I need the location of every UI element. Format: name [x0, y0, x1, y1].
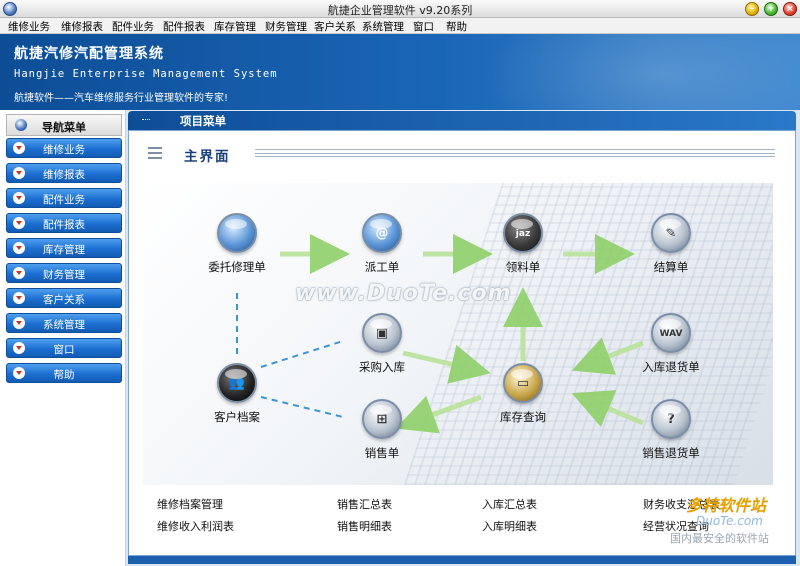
node-inventory-query[interactable]: ▭ 库存查询	[477, 363, 569, 425]
section-header: 主界面	[139, 143, 787, 165]
menu-inventory[interactable]: 库存管理	[214, 19, 256, 34]
sidebar-item-label: 窗口	[53, 344, 75, 356]
menu-finance[interactable]: 财务管理	[265, 19, 307, 34]
sidebar-item-label: 维修业务	[43, 144, 85, 156]
watermark-slogan: 国内最安全的软件站	[670, 532, 769, 545]
users-icon: 👥	[217, 363, 257, 403]
link-repair-archive[interactable]: 维修档案管理	[157, 496, 223, 512]
sidebar-item-label: 客户关系	[43, 294, 85, 306]
sidebar-item-label: 系统管理	[43, 319, 85, 331]
close-icon: ×	[786, 4, 794, 14]
menu-repair-business[interactable]: 维修业务	[8, 19, 50, 34]
ruler-icon: ▭	[503, 363, 543, 403]
close-button[interactable]: ×	[783, 2, 797, 16]
link-sales-summary[interactable]: 销售汇总表	[337, 496, 392, 512]
sidebar-item-label: 维修报表	[43, 169, 85, 181]
menu-parts-reports[interactable]: 配件报表	[163, 19, 205, 34]
corner-watermark: 多特软件站 DuoTe.com 国内最安全的软件站	[666, 480, 800, 566]
node-label: 销售退货单	[642, 446, 700, 460]
sidebar-item-help[interactable]: 帮助	[6, 363, 122, 383]
floppy-disk-icon: ▣	[362, 313, 402, 353]
panel-title: 项目菜单	[180, 114, 226, 128]
node-label: 销售单	[364, 446, 400, 460]
sidebar-item-customer[interactable]: 客户关系	[6, 288, 122, 308]
node-label: 委托修理单	[208, 260, 266, 274]
node-purchase-inbound[interactable]: ▣ 采购入库	[336, 313, 428, 375]
menu-lines-icon	[148, 147, 162, 159]
maximize-button[interactable]: +	[764, 2, 778, 16]
app-title: 航捷汽修汽配管理系统	[14, 46, 164, 62]
notepad-pen-icon: ✎	[651, 213, 691, 253]
link-repair-profit[interactable]: 维修收入利润表	[157, 518, 234, 534]
panel-header: 项目菜单	[128, 111, 796, 130]
app-tagline: 航捷软件——汽车维修服务行业管理软件的专家!	[14, 93, 229, 104]
sidebar-item-label: 库存管理	[43, 244, 85, 256]
workflow-diagram: www.DuoTe.com 委托修理单 @ 派工单 jaz 领料单 ✎ 结算单 …	[143, 183, 773, 485]
menu-window[interactable]: 窗口	[413, 19, 434, 34]
sidebar-item-repair-reports[interactable]: 维修报表	[6, 163, 122, 183]
sidebar-item-label: 财务管理	[43, 269, 85, 281]
sidebar-item-label: 帮助	[53, 369, 75, 381]
node-label: 客户档案	[214, 410, 260, 424]
sidebar-title: 导航菜单	[42, 121, 86, 134]
node-dispatch-order[interactable]: @ 派工单	[336, 213, 428, 275]
header-glow	[480, 34, 800, 110]
menu-parts-business[interactable]: 配件业务	[112, 19, 154, 34]
link-sales-detail[interactable]: 销售明细表	[337, 518, 392, 534]
watermark-site: DuoTe.com	[696, 514, 763, 528]
node-settlement-order[interactable]: ✎ 结算单	[625, 213, 717, 275]
node-label: 派工单	[364, 260, 400, 274]
sidebar-item-inventory[interactable]: 库存管理	[6, 238, 122, 258]
maximize-icon: +	[767, 4, 775, 14]
menu-system[interactable]: 系统管理	[362, 19, 404, 34]
node-entrust-repair-order[interactable]: 委托修理单	[191, 213, 283, 275]
sidebar: 导航菜单 维修业务 维修报表 配件业务 配件报表 库存管理 财务管理 客户关系 …	[0, 110, 126, 566]
window-title: 航捷企业管理软件 v9.20系列	[327, 4, 473, 17]
node-label: 入库退货单	[642, 360, 700, 374]
sidebar-header: 导航菜单	[6, 114, 122, 136]
sidebar-item-label: 配件报表	[43, 219, 85, 231]
minimize-button[interactable]: –	[745, 2, 759, 16]
sidebar-item-finance[interactable]: 财务管理	[6, 263, 122, 283]
link-inbound-detail[interactable]: 入库明细表	[482, 518, 537, 534]
menu-bar: 维修业务 维修报表 配件业务 配件报表 库存管理 财务管理 客户关系 系统管理 …	[0, 18, 800, 34]
app-header: 航捷汽修汽配管理系统 Hangjie Enterprise Management…	[0, 34, 800, 110]
link-inbound-summary[interactable]: 入库汇总表	[482, 496, 537, 512]
jaz-drive-icon: jaz	[503, 213, 543, 253]
node-sales-return[interactable]: ? 销售退货单	[625, 399, 717, 461]
sidebar-item-window[interactable]: 窗口	[6, 338, 122, 358]
panel-header-decoration	[142, 119, 150, 123]
node-material-order[interactable]: jaz 领料单	[477, 213, 569, 275]
node-customer-records[interactable]: 👥 客户档案	[191, 363, 283, 425]
title-bar: 航捷企业管理软件 v9.20系列 – + ×	[0, 0, 800, 18]
menu-help[interactable]: 帮助	[446, 19, 467, 34]
at-sign-icon: @	[362, 213, 402, 253]
node-label: 库存查询	[500, 410, 546, 424]
sidebar-item-label: 配件业务	[43, 194, 85, 206]
node-label: 领料单	[505, 260, 541, 274]
section-divider	[255, 149, 775, 157]
menu-customer[interactable]: 客户关系	[314, 19, 356, 34]
hard-drive-icon: ⊞	[362, 399, 402, 439]
sidebar-item-parts-business[interactable]: 配件业务	[6, 188, 122, 208]
node-label: 采购入库	[359, 360, 405, 374]
sidebar-item-parts-reports[interactable]: 配件报表	[6, 213, 122, 233]
wav-speaker-icon: WAV	[651, 313, 691, 353]
node-stock-return[interactable]: WAV 入库退货单	[625, 313, 717, 375]
section-title: 主界面	[184, 149, 231, 165]
watermark-text: www.DuoTe.com	[295, 281, 512, 306]
sidebar-item-repair-business[interactable]: 维修业务	[6, 138, 122, 158]
sidebar-item-system[interactable]: 系统管理	[6, 313, 122, 333]
app-subtitle: Hangjie Enterprise Management System	[14, 68, 278, 80]
globe-icon	[217, 213, 257, 253]
question-icon: ?	[651, 399, 691, 439]
watermark-logo: 多特软件站	[686, 496, 767, 515]
minimize-icon: –	[749, 4, 755, 14]
menu-repair-reports[interactable]: 维修报表	[61, 19, 103, 34]
node-label: 结算单	[653, 260, 689, 274]
node-sales-order[interactable]: ⊞ 销售单	[336, 399, 428, 461]
